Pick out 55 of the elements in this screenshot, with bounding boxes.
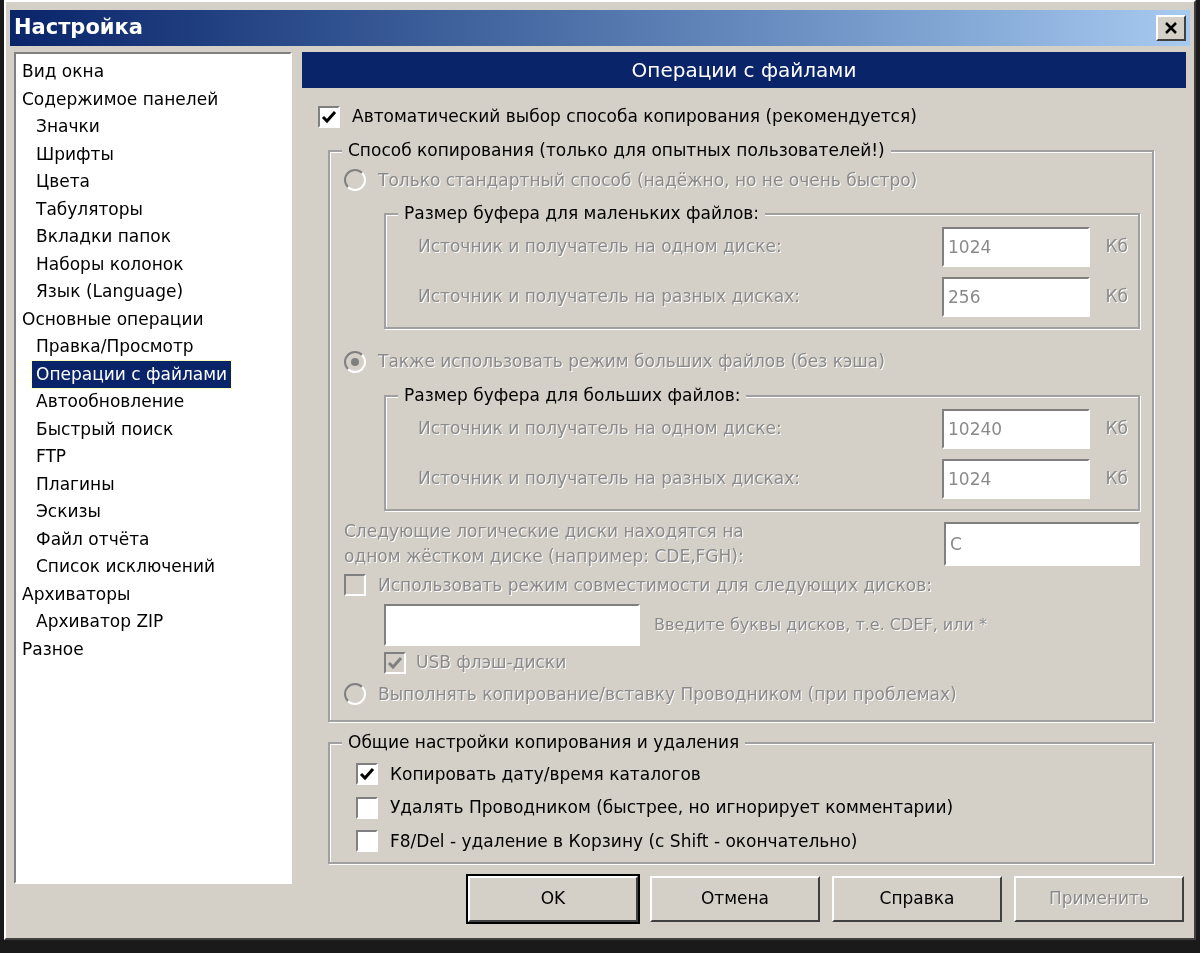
sidebar-item[interactable]: Список исключений — [32, 553, 219, 581]
dialog-button[interactable]: Отмена — [650, 876, 820, 922]
sidebar-item[interactable]: Значки — [32, 113, 104, 141]
sidebar-item[interactable]: Плагины — [32, 470, 119, 498]
sidebar-item[interactable]: Правка/Просмотр — [32, 333, 198, 361]
sidebar-item[interactable]: Основные операции — [18, 305, 208, 333]
radio-label: Выполнять копирование/вставку Проводником (при проблемах) — [378, 682, 957, 706]
field-label: Следующие логические диски находятся на одном жёстком диске (например: CDE,FGH): — [344, 519, 745, 568]
checkbox-label: Удалять Проводником (быстрее, но игнорирует комментарии) — [390, 796, 954, 819]
window-title: Настройка — [14, 14, 143, 42]
checkbox-label: USB флэш-диски — [416, 651, 567, 674]
sidebar-item[interactable]: Архиватор ZIP — [32, 608, 168, 636]
sidebar-item[interactable]: Шрифты — [32, 140, 118, 168]
sidebar-item[interactable]: Наборы колонок — [32, 250, 188, 278]
checkbox[interactable] — [356, 830, 378, 853]
sidebar-item[interactable]: Файл отчёта — [32, 525, 154, 553]
dialog-button[interactable]: Справка — [832, 876, 1002, 922]
sidebar-item[interactable]: Операции с файлами — [32, 360, 232, 388]
field-label: Источник и получатель на разных дисках: — [418, 466, 802, 490]
panel-header: Операции с файлами — [302, 52, 1186, 88]
sidebar-item[interactable]: Содержимое панелей — [18, 85, 223, 113]
field-label: Источник и получатель на одном диске: — [418, 416, 783, 440]
sidebar-item[interactable]: Автообновление — [32, 388, 189, 416]
checkmark-icon — [387, 654, 403, 671]
sidebar-item[interactable]: Эскизы — [32, 498, 105, 526]
sidebar-item[interactable]: Разное — [18, 635, 88, 663]
sidebar-item[interactable]: Вид окна — [18, 58, 109, 86]
checkmark-icon — [321, 108, 337, 125]
radio-label: Также использовать режим больших файлов (без кэша) — [378, 350, 885, 373]
sidebar-item[interactable]: Архиваторы — [18, 580, 135, 608]
checkmark-icon — [359, 766, 375, 783]
checkbox[interactable] — [356, 763, 378, 786]
checkbox-label: Автоматический выбор способа копирования (рекомендуется) — [352, 105, 917, 128]
checkbox-label: F8/Del - удаление в Корзину (с Shift - окончательно) — [390, 829, 858, 853]
close-icon — [1164, 21, 1178, 35]
field-label: Источник и получатель на одном диске: — [418, 235, 783, 259]
close-button[interactable] — [1156, 15, 1186, 41]
field-label: Источник и получатель на разных дисках: — [418, 285, 802, 309]
sidebar-item[interactable]: Язык (Language) — [32, 278, 188, 306]
checkbox-label: Копировать дату/время каталогов — [390, 762, 701, 786]
sidebar-item[interactable]: Цвета — [32, 168, 94, 196]
checkbox-label: Использовать режим совместимости для следующих дисков: — [378, 573, 932, 597]
sidebar-item[interactable]: Быстрый поиск — [32, 415, 178, 443]
checkbox[interactable] — [356, 796, 378, 819]
unit-label: Кб — [1104, 466, 1128, 490]
dialog-button[interactable]: OK — [468, 876, 638, 922]
unit-label: Кб — [1104, 235, 1128, 259]
radio-label: Только стандартный способ (надёжно, но не очень быстро) — [378, 168, 918, 192]
sidebar-item[interactable]: Вкладки папок — [32, 223, 175, 251]
checkbox[interactable] — [318, 105, 340, 128]
unit-label: Кб — [1104, 285, 1128, 309]
sidebar-item[interactable]: Табуляторы — [32, 195, 147, 223]
hint-text: Введите буквы дисков, т.е. CDEF, или * — [654, 614, 987, 636]
unit-label: Кб — [1104, 416, 1128, 440]
sidebar-item[interactable]: FTP — [32, 443, 71, 471]
